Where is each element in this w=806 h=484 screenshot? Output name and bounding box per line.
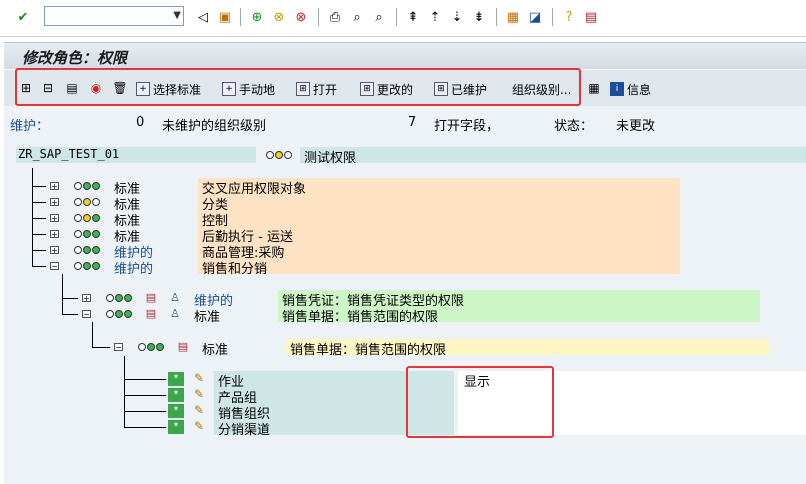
pencil-icon[interactable]: ✎ <box>194 371 204 385</box>
level1-status: 维护的 <box>114 262 154 277</box>
star-icon: * <box>168 404 184 418</box>
print-icon[interactable]: ⎙ <box>326 8 344 26</box>
prev-page-icon[interactable]: ⇡ <box>426 8 444 26</box>
level3-status: 标准 <box>202 343 229 358</box>
object-icon: ▤ <box>145 307 157 320</box>
maint-label: 维护： <box>10 119 50 134</box>
find-icon[interactable]: ⌕ <box>348 8 366 26</box>
collapse-node-icon[interactable]: − <box>114 343 123 352</box>
pencil-icon[interactable]: ✎ <box>194 387 204 401</box>
star-icon: * <box>168 388 184 402</box>
role-desc: 测试权限 <box>304 151 357 166</box>
level3-desc: 销售单据：销售范围的权限 <box>290 343 447 358</box>
role-name[interactable]: ZR_SAP_TEST_01 <box>18 147 119 161</box>
check-icon[interactable]: ✔ <box>14 8 32 26</box>
open-text: 打开字段， <box>434 119 500 134</box>
traffic-light-icon <box>74 182 100 190</box>
person-icon: ♙ <box>170 291 180 304</box>
field-name: 分销渠道 <box>218 423 271 438</box>
traffic-light-icon <box>266 151 292 159</box>
find-next-icon[interactable]: ⌕ <box>370 8 388 26</box>
expand-node-icon[interactable]: − <box>50 262 59 271</box>
expand-node-icon[interactable]: + <box>50 214 59 223</box>
star-icon: * <box>168 372 184 386</box>
level2-status: 标准 <box>194 310 221 325</box>
title-bar: 修改角色：权限 <box>4 42 806 69</box>
new-session-icon[interactable]: ▦ <box>504 8 522 26</box>
cancel-icon[interactable]: ⊗ <box>292 8 310 26</box>
page-title: 修改角色：权限 <box>22 49 128 67</box>
traffic-light-icon <box>74 230 100 238</box>
traffic-light-icon <box>74 262 100 270</box>
first-page-icon[interactable]: ⇞ <box>404 8 422 26</box>
traffic-light-icon <box>74 214 100 222</box>
save-icon[interactable]: ▣ <box>216 8 234 26</box>
toolbar-highlight-frame <box>15 68 581 106</box>
info-icon: i <box>610 82 624 96</box>
star-icon: * <box>168 420 184 434</box>
back-icon[interactable]: ⊕ <box>248 8 266 26</box>
traffic-light-icon <box>106 294 132 302</box>
unmaint-count: 0 <box>136 115 145 130</box>
object-icon: ▤ <box>177 340 189 353</box>
back-arrow-icon[interactable]: ◁ <box>194 8 212 26</box>
level1-desc-bar <box>198 210 680 226</box>
state-value: 未更改 <box>616 119 656 134</box>
help-icon[interactable]: ? <box>560 8 578 26</box>
next-page-icon[interactable]: ⇣ <box>448 8 466 26</box>
root-desc-bar <box>300 147 806 163</box>
expand-node-icon[interactable]: + <box>50 246 59 255</box>
chevron-down-icon[interactable]: ▼ <box>173 10 181 21</box>
state-label: 状态： <box>554 119 594 134</box>
level2-desc[interactable]: 销售单据：销售范围的权限 <box>282 306 438 325</box>
expand-node-icon[interactable]: + <box>50 198 59 207</box>
traffic-light-icon <box>74 198 100 206</box>
collapse-node-icon[interactable]: − <box>82 310 91 319</box>
person-icon: ♙ <box>170 307 180 320</box>
command-field[interactable]: ▼ <box>44 6 184 26</box>
exit-icon[interactable]: ⊗ <box>270 8 288 26</box>
unmaint-text: 未维护的组织级别 <box>162 119 267 134</box>
object-icon: ▤ <box>145 291 157 304</box>
traffic-light-icon <box>74 246 100 254</box>
traffic-light-icon <box>106 310 132 318</box>
expand-node-icon[interactable]: + <box>50 230 59 239</box>
expand-node-icon[interactable]: + <box>50 182 59 191</box>
info-button[interactable]: i 信息 <box>610 80 651 98</box>
layout-icon[interactable]: ▤ <box>582 8 600 26</box>
pencil-icon[interactable]: ✎ <box>194 403 204 417</box>
traffic-light-icon <box>138 343 164 351</box>
value-highlight-frame <box>406 366 554 438</box>
level1-desc-bar <box>198 194 680 210</box>
open-count: 7 <box>408 115 417 130</box>
expand-node-icon[interactable]: + <box>82 294 91 303</box>
last-page-icon[interactable]: ⇟ <box>470 8 488 26</box>
level1-desc-bar <box>198 258 680 274</box>
table-icon[interactable]: ▦ <box>586 80 602 96</box>
level1-desc[interactable]: 销售和分销 <box>202 258 267 277</box>
pencil-icon[interactable]: ✎ <box>194 419 204 433</box>
shortcut-icon[interactable]: ◪ <box>526 8 544 26</box>
system-toolbar: ✔ ▼ ◁ ▣ ⊕ ⊗ ⊗ ⎙ ⌕ ⌕ ⇞ ⇡ ⇣ ⇟ ▦ ◪ ? ▤ <box>0 0 806 37</box>
